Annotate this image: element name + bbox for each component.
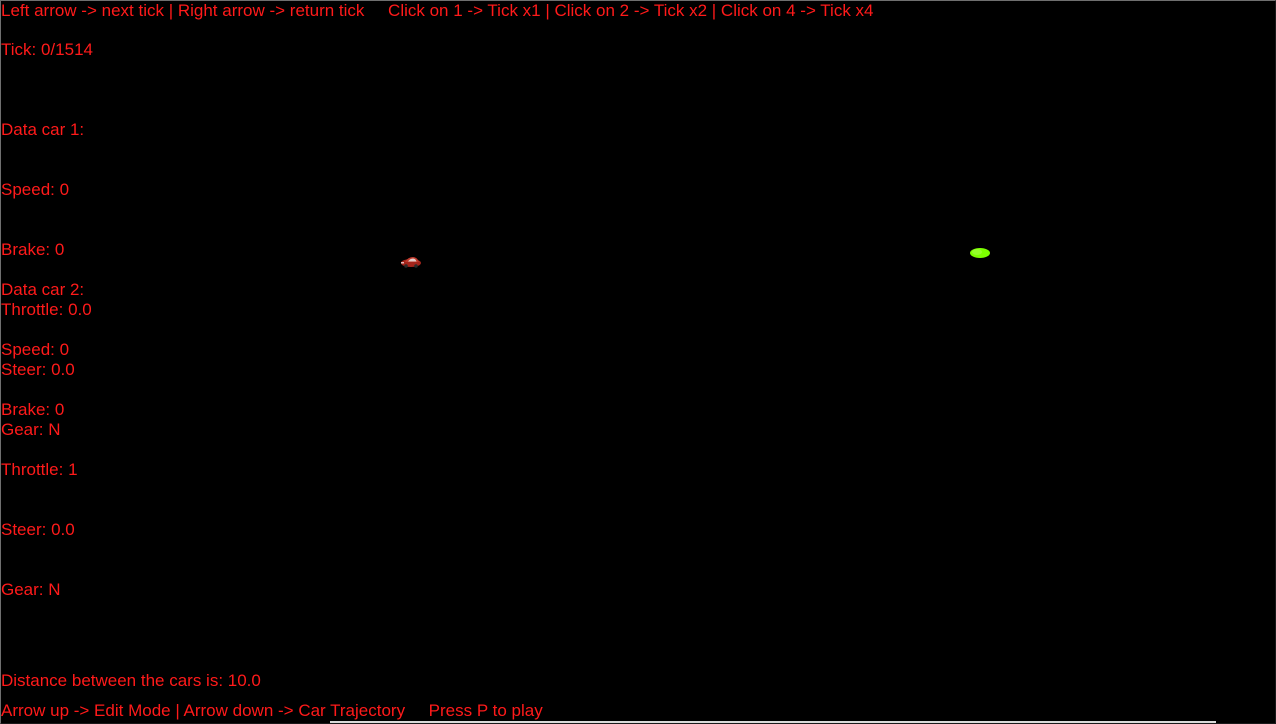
car2-steer: Steer: 0.0 xyxy=(1,520,75,539)
car1-speed: Speed: 0 xyxy=(1,180,70,199)
car2-throttle: Throttle: 1 xyxy=(1,460,78,479)
car1-sprite xyxy=(401,257,421,268)
car2-data-panel: Data car 2: Speed: 0 Brake: 0 Throttle: … xyxy=(1,240,84,640)
car2-sprite xyxy=(970,248,990,258)
car2-gear: Gear: N xyxy=(1,580,61,599)
controls-hint-bottom: Arrow up -> Edit Mode | Arrow down -> Ca… xyxy=(1,701,543,720)
game-viewport[interactable]: Left arrow -> next tick | Right arrow ->… xyxy=(0,0,1276,724)
controls-hint-top: Left arrow -> next tick | Right arrow ->… xyxy=(1,1,874,20)
window-frame xyxy=(0,0,1276,724)
car2-header: Data car 2: xyxy=(1,280,85,299)
car2-speed: Speed: 0 xyxy=(1,340,70,359)
distance-readout: Distance between the cars is: 10.0 xyxy=(1,671,261,690)
car2-brake: Brake: 0 xyxy=(1,400,65,419)
car1-header: Data car 1: xyxy=(1,120,85,139)
tick-counter: Tick: 0/1514 xyxy=(1,40,93,59)
